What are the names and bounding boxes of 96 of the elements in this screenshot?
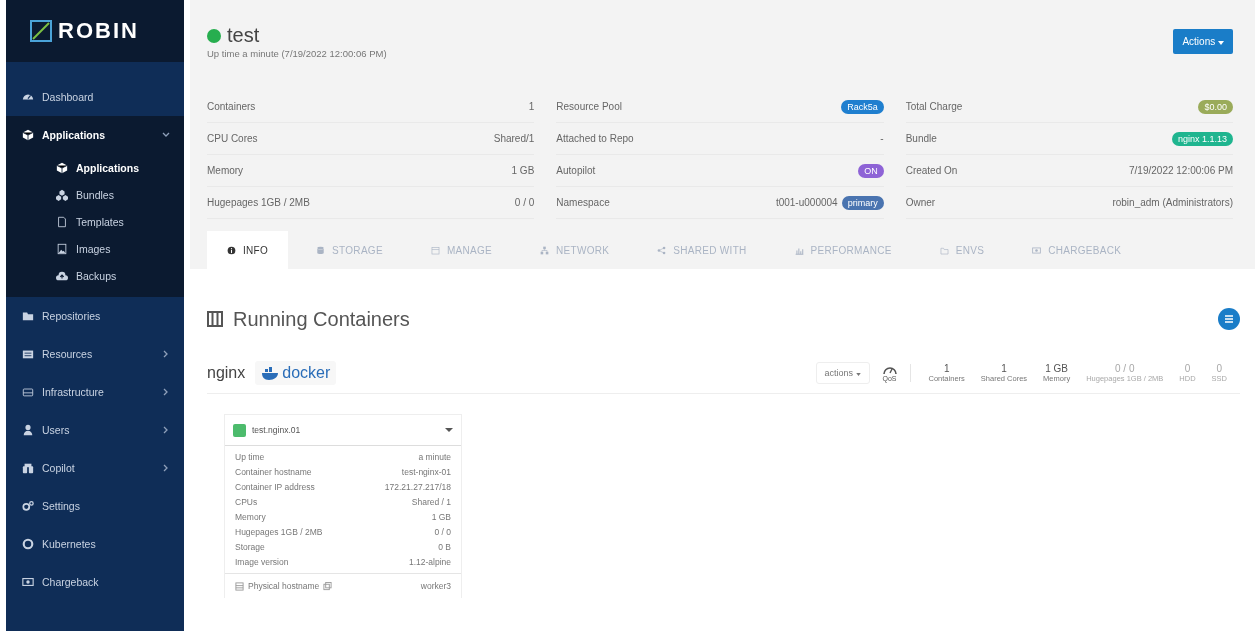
folder-icon	[22, 310, 34, 322]
logo-icon	[30, 20, 52, 42]
cloud-icon	[56, 269, 68, 282]
logo-text: ROBIN	[58, 18, 139, 44]
server-icon	[235, 581, 244, 591]
submenu-item[interactable]: Templates	[6, 208, 184, 235]
submenu-item[interactable]: Applications	[6, 154, 184, 181]
tab[interactable]: INFO	[207, 231, 289, 269]
field-label: Storage	[235, 541, 265, 552]
info-icon	[227, 245, 236, 255]
container-name[interactable]: test.nginx.01	[252, 425, 439, 435]
detail-value: -	[880, 133, 884, 144]
detail-label: Total Charge	[905, 101, 963, 112]
submenu-item[interactable]: Backups	[6, 262, 184, 289]
field-label: CPUs	[235, 496, 258, 507]
field-label: Container hostname	[235, 466, 312, 477]
role-name: nginx	[207, 364, 246, 382]
detail-label: Created On	[905, 165, 958, 176]
detail-value: 7/19/2022 12:00:06 PM	[1129, 165, 1233, 176]
detail-value: 1	[528, 101, 535, 112]
field-value: 1.12-alpine	[408, 556, 451, 567]
detail-label: Attached to Repo	[556, 133, 634, 144]
actions-dropdown[interactable]: actions	[815, 362, 870, 384]
caret-icon	[1218, 41, 1224, 45]
detail-value: robin_adm (Administrators)	[1112, 197, 1233, 208]
money-icon	[1032, 245, 1042, 255]
folder-icon	[939, 245, 949, 255]
sidebar-item[interactable]: Chargeback	[6, 563, 184, 601]
submenu-item[interactable]: Bundles	[6, 181, 184, 208]
section-title: Running Containers	[233, 307, 410, 331]
money-icon	[22, 576, 34, 588]
sidebar-item[interactable]: Dashboard	[6, 78, 184, 116]
detail-value: t001-u000004	[775, 197, 838, 208]
app-title: test	[227, 24, 260, 47]
value-badge: primary	[841, 195, 884, 210]
detail-label: Bundle	[905, 133, 937, 144]
cubes-icon	[56, 188, 68, 201]
hdd-icon	[22, 386, 34, 398]
sidebar-item[interactable]: Settings	[6, 487, 184, 525]
document-icon	[56, 215, 68, 228]
submenu-item[interactable]: Images	[6, 235, 184, 262]
field-label: Memory	[235, 511, 266, 522]
caret-icon[interactable]	[445, 427, 453, 433]
detail-label: Hugepages 1GB / 2MB	[207, 197, 310, 208]
sidebar-item[interactable]: Users	[6, 411, 184, 449]
cube-icon	[56, 161, 68, 174]
network-icon	[540, 245, 550, 255]
detail-label: Resource Pool	[556, 101, 622, 112]
detail-label: Memory	[207, 165, 244, 176]
gauge-icon	[881, 364, 898, 375]
docker-logo: docker	[255, 361, 337, 385]
detail-label: Namespace	[556, 197, 610, 208]
actions-button[interactable]: Actions	[1173, 29, 1233, 54]
user-icon	[22, 424, 34, 436]
field-value: 0 B	[438, 541, 451, 552]
sidebar-item[interactable]: Repositories	[6, 297, 184, 335]
field-label: Up time	[235, 451, 265, 462]
field-label: Hugepages 1GB / 2MB	[235, 526, 323, 537]
detail-value: 1 GB	[511, 165, 535, 176]
field-label: Image version	[235, 556, 289, 567]
detail-label: Owner	[905, 197, 936, 208]
detail-label: Autopilot	[556, 165, 596, 176]
field-label: Container IP address	[235, 481, 315, 492]
round-button[interactable]	[1218, 308, 1240, 330]
calendar-icon	[430, 245, 440, 255]
value-badge: nginx 1.1.13	[1171, 131, 1233, 146]
value-badge: Rack5a	[841, 99, 884, 114]
server-icon	[22, 348, 34, 360]
field-value: worker3	[420, 581, 451, 591]
sidebar-item[interactable]: Infrastructure	[6, 373, 184, 411]
detail-value: 0 / 0	[514, 197, 535, 208]
sidebar-item[interactable]: Copilot	[6, 449, 184, 487]
field-value: 0 / 0	[434, 526, 451, 537]
detail-label: Containers	[207, 101, 256, 112]
caret-icon	[855, 373, 861, 376]
field-value: test-nginx-01	[401, 466, 451, 477]
value-badge: $0.00	[1198, 99, 1233, 114]
list-icon	[1223, 313, 1235, 325]
field-label: Physical hostname	[248, 581, 320, 591]
field-value: Shared / 1	[411, 496, 451, 507]
value-badge: ON	[858, 163, 884, 178]
sidebar-item[interactable]: Resources	[6, 335, 184, 373]
uptime-text: Up time a minute (7/19/2022 12:00:06 PM)	[207, 48, 387, 59]
sidebar-item[interactable]: Kubernetes	[6, 525, 184, 563]
detail-value: Shared/1	[493, 133, 535, 144]
copy-icon	[323, 581, 333, 591]
share-icon	[657, 245, 667, 255]
image-icon	[56, 242, 68, 255]
field-value: 1 GB	[431, 511, 451, 522]
grid-icon	[207, 311, 223, 327]
detail-label: CPU Cores	[207, 133, 258, 144]
cube-icon	[22, 129, 34, 141]
whale-icon	[261, 366, 280, 380]
field-value: a minute	[418, 451, 451, 462]
database-icon	[316, 245, 326, 255]
field-value: 172.21.27.217/18	[384, 481, 451, 492]
